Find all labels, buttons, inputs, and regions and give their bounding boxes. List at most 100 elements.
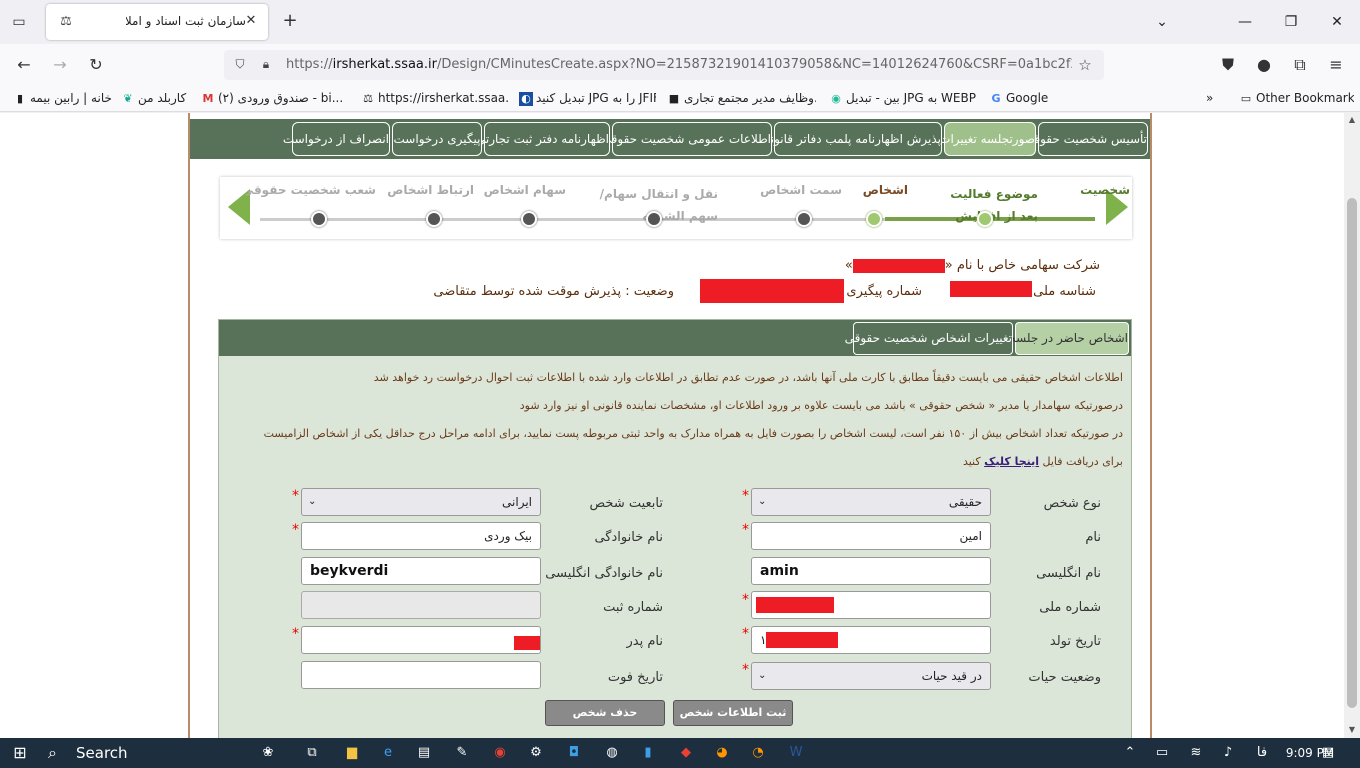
bookmark-star-icon[interactable]: ☆ — [1076, 56, 1094, 74]
en-first-name-input[interactable]: amin — [751, 557, 991, 585]
delete-person-button[interactable]: حذف شخص — [545, 700, 665, 726]
menu-item-establish[interactable]: تأسیس شخصیت حقوقی — [1024, 122, 1148, 156]
bookmark-item[interactable]: G Google — [986, 91, 1056, 107]
menu-item-general-info[interactable]: اطلاعات عمومی شخصیت حقوقی — [602, 122, 772, 156]
step-label[interactable]: سهام اشخاص — [484, 183, 566, 197]
step-label[interactable]: شخصیت — [1080, 183, 1130, 197]
close-tab-icon[interactable]: ✕ — [242, 12, 260, 30]
download-file-link[interactable]: اینجا کلیک — [984, 455, 1039, 468]
menu-item-seal-declaration[interactable]: پذیرش اظهارنامه پلمب دفاتر قانونی — [761, 122, 942, 156]
firefox-icon[interactable]: ◕ — [712, 743, 732, 763]
death-date-input[interactable] — [301, 661, 541, 689]
language-indicator[interactable]: فا — [1248, 743, 1276, 763]
notifications-icon[interactable]: ▤ — [1318, 743, 1338, 763]
nationality-select[interactable]: ایرانی ⌄ — [301, 488, 541, 516]
step-label[interactable]: ارتباط اشخاص — [387, 183, 474, 197]
step-dot[interactable] — [521, 211, 537, 227]
maximize-icon[interactable]: ❐ — [1279, 10, 1303, 34]
back-icon[interactable]: ← — [12, 53, 36, 77]
chevron-more-icon[interactable]: » — [1206, 91, 1226, 107]
step-dot[interactable] — [311, 211, 327, 227]
menu-item-minutes[interactable]: صورتجلسه تغییرات — [939, 122, 1036, 156]
app-icon[interactable]: ◆ — [676, 743, 696, 763]
bookmark-item[interactable]: ⚖https://irsherkat.ssaa.i... — [358, 91, 508, 107]
tab-attendees[interactable]: اشخاص حاضر در جلسه — [1010, 322, 1129, 355]
bookmark-item[interactable]: ◉ بین - تبدیل JPG به WEBP — [826, 91, 976, 107]
step-dot[interactable] — [646, 211, 662, 227]
menu-item-follow-up[interactable]: پیگیری درخواست — [392, 122, 482, 156]
url-bar[interactable]: ⛉ 🔒︎ https://irsherkat.ssaa.ir/Design/CM… — [224, 50, 1104, 80]
wifi-icon[interactable]: ≋ — [1186, 743, 1206, 763]
edge-icon[interactable]: e — [378, 743, 398, 763]
list-all-tabs-icon[interactable]: ⌄ — [1150, 10, 1174, 34]
file-explorer-icon[interactable]: ▆ — [342, 743, 362, 763]
bookmark-item[interactable]: ❦ کاربلد من — [118, 91, 194, 107]
chrome-icon[interactable]: ◉ — [490, 743, 510, 763]
menu-item-trade-declaration[interactable]: اظهارنامه دفتر ثبت تجارتی — [476, 122, 610, 156]
birth-date-input[interactable]: ۱۳ — [751, 626, 991, 654]
leaf-icon: ❦ — [123, 91, 133, 105]
step-label[interactable]: سمت اشخاص — [760, 183, 842, 197]
paint-icon[interactable]: ✎ — [452, 743, 472, 763]
step-dot-current[interactable] — [866, 211, 882, 227]
bird-widget-icon[interactable]: ❀ — [250, 743, 286, 763]
bookmark-item[interactable]: M (۲) صندوق ورودی - bi... — [198, 91, 344, 107]
app-icon[interactable]: ◘ — [564, 743, 584, 763]
page-container: تأسیس شخصیت حقوقی صورتجلسه تغییرات پذیرش… — [188, 113, 1152, 738]
step-label[interactable]: شعب شخصیت حقوقی — [246, 183, 376, 197]
app-icon[interactable]: ◍ — [602, 743, 622, 763]
page-scrollbar[interactable]: ▲ ▼ — [1344, 113, 1360, 738]
app-icon[interactable]: ⚙ — [526, 743, 546, 763]
url-text[interactable]: https://irsherkat.ssaa.ir/Design/CMinute… — [286, 57, 1072, 74]
tab-person-changes[interactable]: تغییرات اشخاص شخصیت حقوقی — [845, 322, 1013, 355]
chevron-up-icon[interactable]: ⌃ — [1120, 743, 1140, 763]
save-person-button[interactable]: ثبت اطلاعات شخص — [673, 700, 793, 726]
extensions-icon[interactable]: ⧉ — [1288, 53, 1312, 77]
step-dot[interactable] — [977, 211, 993, 227]
scroll-up-icon[interactable]: ▲ — [1344, 113, 1360, 127]
reload-icon[interactable]: ↻ — [84, 53, 108, 77]
bookmark-item[interactable]: ◐تبدیل کنید JPG را به JFIF — [516, 91, 656, 107]
browser-tab[interactable]: ⚖ سازمان ثبت اسناد و املاک کشور ✕ — [46, 4, 268, 40]
shield-icon[interactable]: ⛉ — [232, 57, 248, 73]
word-icon[interactable]: W — [786, 743, 806, 763]
windows-start-icon[interactable]: ⊞ — [10, 743, 30, 763]
first-name-input[interactable]: امین — [751, 522, 991, 550]
battery-icon[interactable]: ▭ — [1152, 743, 1172, 763]
step-dot[interactable] — [426, 211, 442, 227]
tab-list-icon[interactable]: ▭ — [8, 11, 30, 33]
menu-icon[interactable]: ≡ — [1324, 53, 1348, 77]
app-icon[interactable]: ◔ — [748, 743, 768, 763]
lock-icon[interactable]: 🔒︎ — [258, 57, 274, 73]
life-status-select[interactable]: در قید حیات ⌄ — [751, 662, 991, 690]
required-mark: * — [742, 662, 749, 678]
scrollbar-thumb[interactable] — [1347, 198, 1357, 708]
volume-icon[interactable]: ♪ — [1218, 743, 1238, 763]
menu-item-cancel-request[interactable]: انصراف از درخواست — [283, 122, 390, 156]
bookmark-item[interactable]: ■وظایف مدیر مجتمع تجاری... — [664, 91, 816, 107]
close-window-icon[interactable]: ✕ — [1325, 10, 1349, 34]
forward-icon[interactable]: → — [48, 53, 72, 77]
person-type-select[interactable]: حقیقی ⌄ — [751, 488, 991, 516]
task-view-icon[interactable]: ⧉ — [302, 743, 322, 763]
taskbar-search[interactable]: ⌕ Search — [40, 738, 230, 768]
bookmark-item[interactable]: ▮ خانه | رابین بیمه — [10, 91, 114, 107]
required-mark: * — [742, 626, 749, 642]
step-label-current[interactable]: اشخاص — [863, 183, 908, 197]
new-tab-button[interactable]: + — [280, 11, 300, 31]
required-mark: * — [292, 626, 299, 642]
step-dot[interactable] — [796, 211, 812, 227]
en-last-name-input[interactable]: beykverdi — [301, 557, 541, 585]
national-code-input[interactable] — [751, 591, 991, 619]
account-icon[interactable]: ● — [1252, 53, 1276, 77]
app-icon[interactable]: ▤ — [414, 743, 434, 763]
chrome-icon: ◉ — [831, 91, 841, 105]
required-mark: * — [742, 592, 749, 608]
other-bookmarks-button[interactable]: ▭ Other Bookmarks — [1236, 91, 1354, 107]
father-name-input[interactable] — [301, 626, 541, 654]
minimize-icon[interactable]: — — [1233, 10, 1257, 34]
pocket-icon[interactable]: ⛊ — [1216, 53, 1240, 77]
app-icon[interactable]: ▮ — [638, 743, 658, 763]
scroll-down-icon[interactable]: ▼ — [1344, 723, 1360, 737]
last-name-input[interactable]: بیک وردی — [301, 522, 541, 550]
